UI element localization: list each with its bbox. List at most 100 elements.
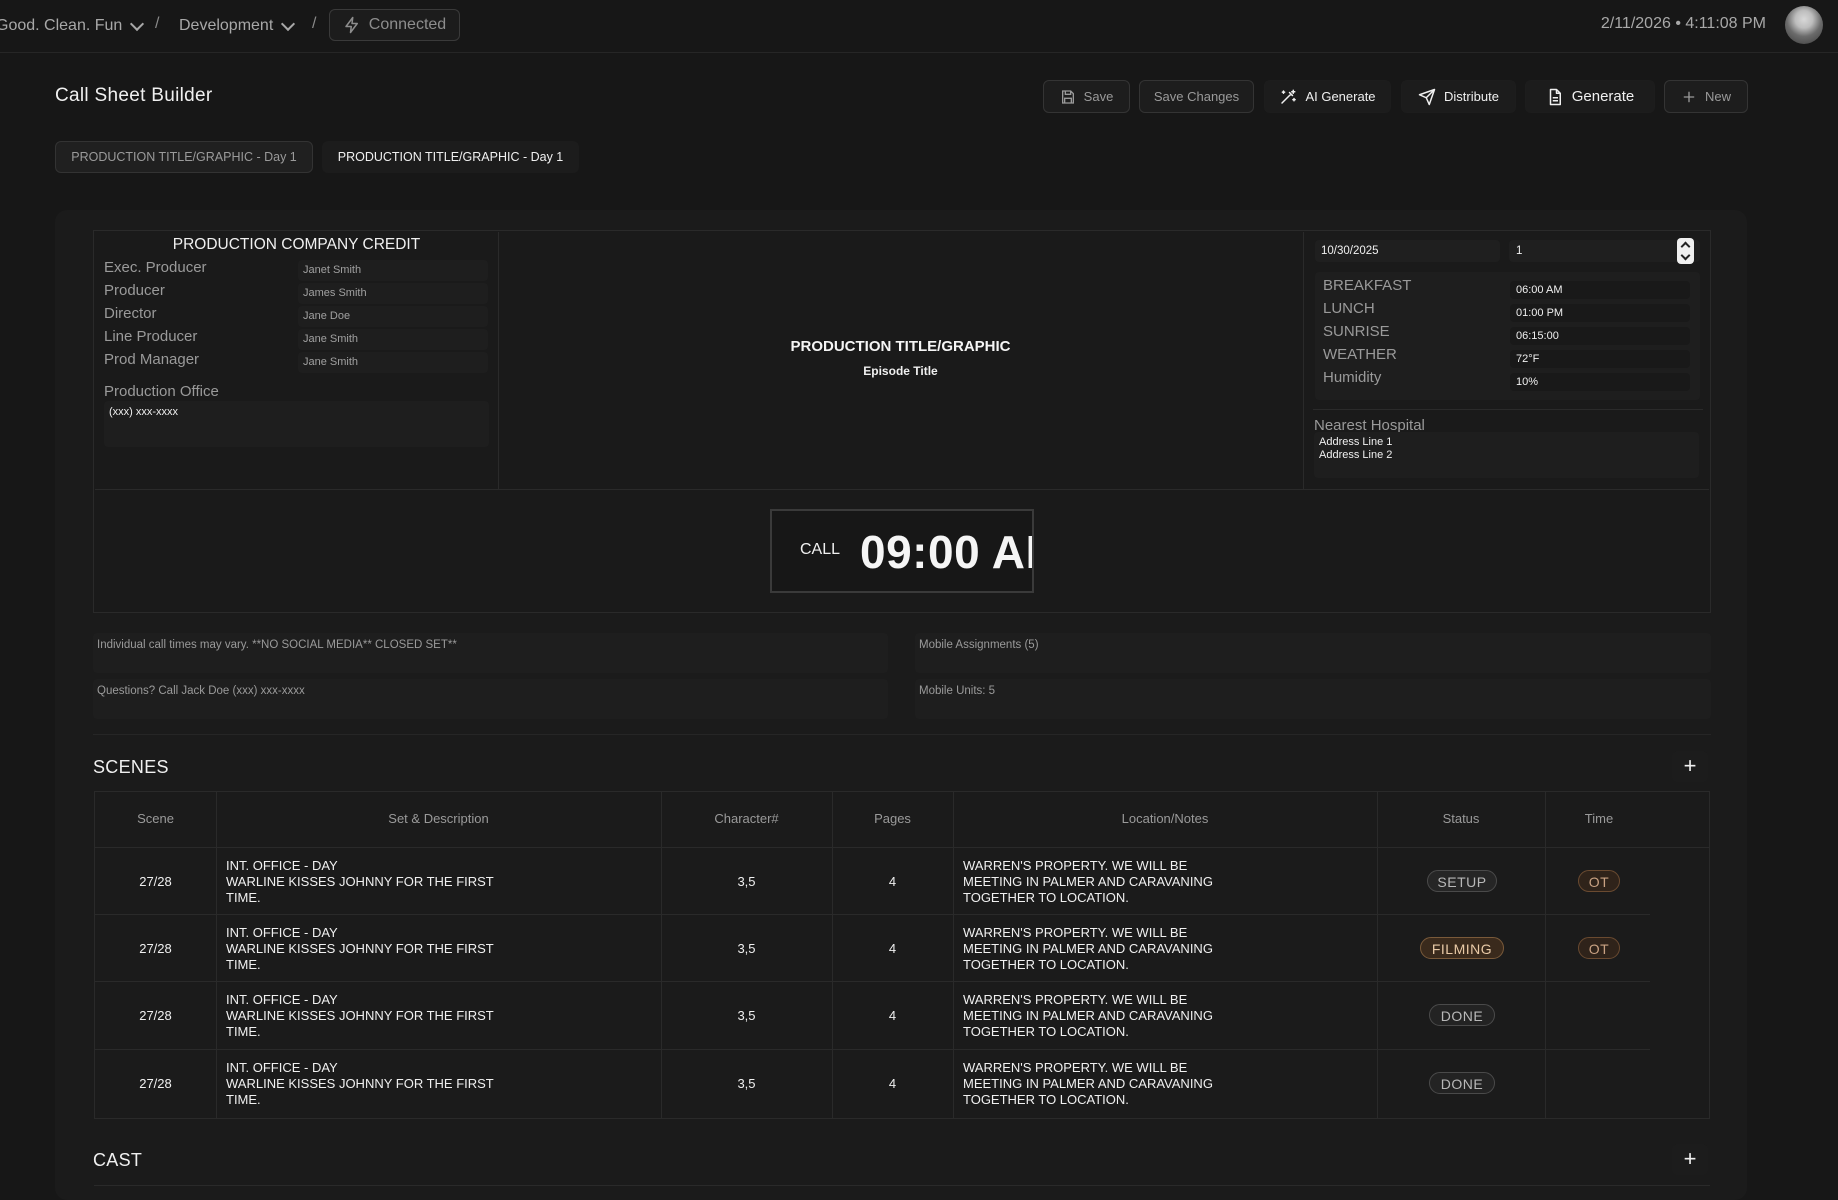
environment-selector[interactable]: Development xyxy=(179,0,296,52)
status-badge[interactable]: SETUP xyxy=(1427,870,1497,892)
location-line: TOGETHER TO LOCATION. xyxy=(963,1024,1129,1039)
scene-desc-line: TIME. xyxy=(226,890,261,905)
scene-location: WARREN'S PROPERTY. WE WILL BE MEETING IN… xyxy=(963,858,1213,906)
crew-name-field[interactable]: Jane Smith xyxy=(298,352,488,373)
info-value-field[interactable]: 01:00 PM xyxy=(1510,304,1690,322)
divider xyxy=(1313,409,1703,410)
crew-name-field[interactable]: James Smith xyxy=(298,283,488,304)
location-line: MEETING IN PALMER AND CARAVANING xyxy=(963,874,1213,889)
scene-number: 27/28 xyxy=(139,941,172,956)
info-value-field[interactable]: 72°F xyxy=(1510,350,1690,368)
column-header: Location/Notes xyxy=(1121,811,1209,826)
info-label: SUNRISE xyxy=(1323,323,1390,340)
time-badge[interactable]: OT xyxy=(1578,870,1620,892)
scene-number: 27/28 xyxy=(139,874,172,889)
column-header: Character# xyxy=(714,811,779,826)
tab-day-1-active[interactable]: PRODUCTION TITLE/GRAPHIC - Day 1 xyxy=(322,141,579,173)
location-line: TOGETHER TO LOCATION. xyxy=(963,890,1129,905)
day-number-input[interactable]: 1 xyxy=(1509,240,1700,262)
status-badge[interactable]: FILMING xyxy=(1420,937,1504,959)
scene-desc-line: WARLINE KISSES JOHNNY FOR THE FIRST xyxy=(226,1076,494,1091)
cast-table-top xyxy=(94,1185,1710,1186)
distribute-button[interactable]: Distribute xyxy=(1401,80,1516,113)
location-line: TOGETHER TO LOCATION. xyxy=(963,957,1129,972)
scene-characters: 3,5 xyxy=(737,941,756,956)
status-badge[interactable]: DONE xyxy=(1429,1004,1495,1026)
crew-name-field[interactable]: Jane Smith xyxy=(298,329,488,350)
note-field[interactable]: Individual call times may vary. **NO SOC… xyxy=(93,633,888,673)
add-scene-button[interactable]: + xyxy=(1672,751,1708,782)
scene-description: INT. OFFICE - DAY WARLINE KISSES JOHNNY … xyxy=(226,858,494,906)
generate-button[interactable]: Generate xyxy=(1525,80,1655,113)
day-number-stepper[interactable] xyxy=(1677,238,1694,264)
bolt-icon xyxy=(345,16,358,34)
scene-desc-line: WARLINE KISSES JOHNNY FOR THE FIRST xyxy=(226,941,494,956)
location-line: TOGETHER TO LOCATION. xyxy=(963,1092,1129,1107)
scenes-title: SCENES xyxy=(93,757,169,777)
crew-role: Producer xyxy=(104,282,165,299)
scene-set: INT. OFFICE - DAY xyxy=(226,1060,338,1075)
location-line: MEETING IN PALMER AND CARAVANING xyxy=(963,1076,1213,1091)
workspace-selector[interactable]: Good. Clean. Fun xyxy=(0,0,145,52)
info-value-field[interactable]: 06:15:00 xyxy=(1510,327,1690,345)
scene-desc-line: TIME. xyxy=(226,957,261,972)
send-icon xyxy=(1418,88,1436,105)
scene-desc-line: TIME. xyxy=(226,1024,261,1039)
row-divider xyxy=(95,981,1650,982)
cast-title: CAST xyxy=(93,1150,143,1170)
column-header: Status xyxy=(1442,811,1480,826)
crew-name-field[interactable]: Janet Smith xyxy=(298,260,488,281)
info-label: Humidity xyxy=(1323,369,1382,386)
scene-desc-line: WARLINE KISSES JOHNNY FOR THE FIRST xyxy=(226,1008,494,1023)
plus-icon xyxy=(1683,91,1695,102)
environment-name: Development xyxy=(179,17,274,34)
ai-generate-label: AI Generate xyxy=(1305,89,1376,104)
shoot-date-input[interactable]: 10/30/2025 xyxy=(1315,240,1500,262)
add-cast-button[interactable]: + xyxy=(1672,1144,1708,1175)
scene-location: WARREN'S PROPERTY. WE WILL BE MEETING IN… xyxy=(963,1060,1213,1108)
info-label: LUNCH xyxy=(1323,300,1375,317)
crew-role: Director xyxy=(104,305,157,322)
column-header: Pages xyxy=(874,811,911,826)
hospital-address-field[interactable]: Address Line 1 Address Line 2 xyxy=(1314,432,1699,478)
row-divider xyxy=(95,847,1709,848)
tab-day-1[interactable]: PRODUCTION TITLE/GRAPHIC - Day 1 xyxy=(55,141,313,173)
magic-wand-icon xyxy=(1281,89,1297,104)
save-button[interactable]: Save xyxy=(1043,80,1130,113)
time-badge[interactable]: OT xyxy=(1578,937,1620,959)
mobile-units-field[interactable]: Mobile Units: 5 xyxy=(915,679,1711,719)
production-office-field[interactable]: (xxx) xxx-xxxx xyxy=(104,401,489,447)
column-header: Time xyxy=(1584,811,1614,826)
call-label: CALL xyxy=(800,541,841,558)
save-label: Save xyxy=(1083,89,1114,104)
column-header: Set & Description xyxy=(388,811,489,826)
scene-description: INT. OFFICE - DAY WARLINE KISSES JOHNNY … xyxy=(226,1060,494,1108)
save-changes-button[interactable]: Save Changes xyxy=(1139,80,1254,113)
location-line: MEETING IN PALMER AND CARAVANING xyxy=(963,1008,1213,1023)
ai-generate-button[interactable]: AI Generate xyxy=(1264,80,1391,113)
crew-name-field[interactable]: Jane Doe xyxy=(298,306,488,327)
current-datetime: 2/11/2026 • 4:11:08 PM xyxy=(1600,15,1766,32)
info-value-field[interactable]: 10% xyxy=(1510,373,1690,391)
hospital-address-line: Address Line 2 xyxy=(1319,449,1393,461)
crew-role: Prod Manager xyxy=(104,351,200,368)
location-line: WARREN'S PROPERTY. WE WILL BE xyxy=(963,1060,1188,1075)
workspace-name: Good. Clean. Fun xyxy=(0,17,123,34)
status-badge[interactable]: DONE xyxy=(1429,1072,1495,1094)
info-value-field[interactable]: 06:00 AM xyxy=(1510,281,1690,299)
user-avatar[interactable] xyxy=(1785,6,1823,44)
save-changes-label: Save Changes xyxy=(1153,89,1240,104)
scene-description: INT. OFFICE - DAY WARLINE KISSES JOHNNY … xyxy=(226,925,494,973)
column-header: Scene xyxy=(137,811,174,826)
note-field[interactable]: Questions? Call Jack Doe (xxx) xxx-xxxx xyxy=(93,679,888,719)
new-button[interactable]: New xyxy=(1664,80,1748,113)
production-office-label: Production Office xyxy=(104,383,219,400)
scene-number: 27/28 xyxy=(139,1008,172,1023)
scene-pages: 4 xyxy=(888,874,897,889)
call-time[interactable]: 09:00 AM xyxy=(860,525,1032,579)
scene-desc-line: WARLINE KISSES JOHNNY FOR THE FIRST xyxy=(226,874,494,889)
mobile-assignments-field[interactable]: Mobile Assignments (5) xyxy=(915,633,1711,673)
location-line: WARREN'S PROPERTY. WE WILL BE xyxy=(963,925,1188,940)
company-credit: PRODUCTION COMPANY CREDIT xyxy=(172,236,421,253)
connection-status-button[interactable]: Connected xyxy=(329,9,460,41)
